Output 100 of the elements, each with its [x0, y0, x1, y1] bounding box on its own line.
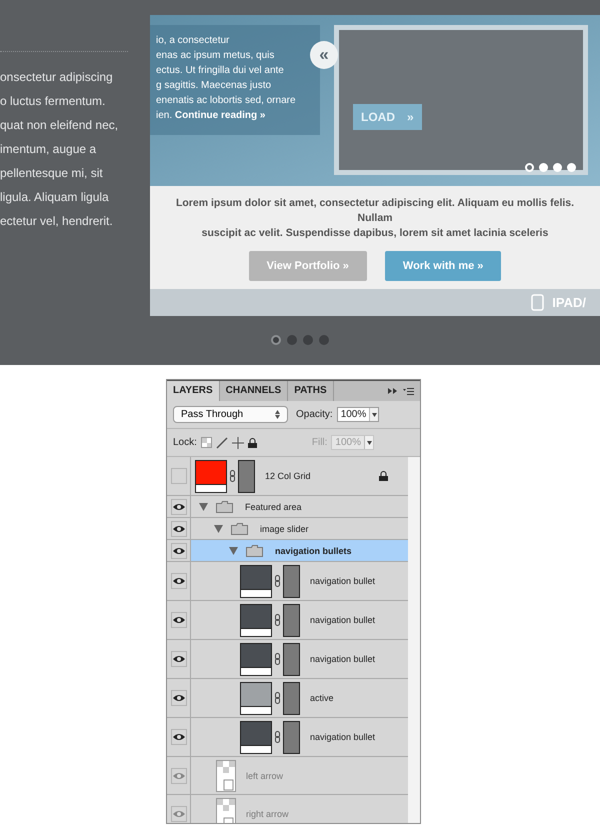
layer-row[interactable]: navigation bullet [167, 601, 408, 640]
eye-icon [172, 524, 184, 532]
panel-tab[interactable]: LAYERS [167, 381, 220, 401]
visibility-toggle[interactable] [170, 806, 186, 822]
link-icon [275, 575, 280, 587]
visibility-toggle[interactable] [170, 520, 186, 536]
layer-name: image slider [260, 524, 309, 534]
stepper-arrows-icon [275, 410, 280, 419]
layer-group-row[interactable]: navigation bullets [167, 540, 408, 562]
layer-mask-thumbnail [283, 642, 300, 676]
visibility-toggle[interactable] [170, 468, 186, 484]
folder-icon [216, 500, 233, 512]
layer-mask-thumbnail [283, 720, 300, 754]
layer-name: Featured area [245, 502, 302, 512]
visibility-toggle[interactable] [170, 498, 186, 514]
layer-row[interactable]: navigation bullet [167, 718, 408, 757]
intro-text-line: o luctus fermentum. [0, 93, 106, 110]
move-icon[interactable] [232, 436, 244, 448]
opacity-label: Opacity: [296, 409, 333, 420]
visibility-toggle[interactable] [170, 651, 186, 667]
blurb-text-line: ien. Continue reading » [156, 109, 266, 123]
blurb-text-line: enenatis ac lobortis sed, ornare [156, 94, 297, 108]
opacity-field[interactable]: 100% [336, 407, 380, 422]
visibility-toggle[interactable] [170, 612, 186, 628]
visibility-toggle[interactable] [170, 729, 186, 745]
menu-icon[interactable] [403, 388, 414, 394]
layer-group-row[interactable]: Featured area [167, 496, 408, 518]
intro-text-line: ectetur vel, hendrerit. [0, 213, 114, 230]
layer-thumbnail [195, 460, 227, 492]
blurb-text-line: ectus. Ut fringilla dui vel ante [156, 64, 285, 78]
layer-thumbnail [240, 564, 272, 598]
intro-text-line: ligula. Aliquam ligula [0, 189, 110, 206]
visibility-toggle[interactable] [170, 542, 186, 558]
eye-icon [172, 546, 184, 554]
layer-mask-thumbnail [283, 564, 300, 598]
link-icon [275, 653, 280, 665]
visibility-toggle[interactable] [170, 690, 186, 706]
disclosure-triangle-icon[interactable] [214, 524, 223, 532]
panel-tab[interactable]: CHANNELS [220, 381, 288, 401]
visibility-toggle[interactable] [170, 768, 186, 784]
layer-thumbnail [240, 642, 272, 676]
layer-thumbnail [240, 720, 272, 754]
eye-icon [172, 772, 184, 780]
panel-tab[interactable]: PATHS [288, 381, 334, 401]
layer-name: navigation bullet [310, 576, 376, 586]
layer-mask-thumbnail [238, 460, 255, 492]
eye-icon [172, 733, 184, 741]
layer-name: navigation bullet [310, 615, 376, 625]
folder-icon [246, 544, 263, 556]
layer-row[interactable]: active [167, 679, 408, 718]
layer-thumbnail [240, 604, 272, 636]
eye-icon [172, 577, 184, 585]
collapse-icon[interactable] [388, 388, 397, 394]
smart-object-thumbnail [216, 760, 236, 792]
slider-dot[interactable] [287, 335, 297, 345]
slider-dot[interactable] [319, 335, 329, 345]
blurb-text-line: io, a consectetur [156, 34, 230, 48]
intro-text-line: pellentesque mi, sit [0, 165, 104, 182]
blurb-text-line: g sagittis. Maecenas justo [156, 79, 272, 93]
slider-dot[interactable] [303, 335, 313, 345]
layer-name: navigation bullet [310, 654, 376, 664]
eye-icon [172, 694, 184, 702]
brush-icon[interactable] [216, 436, 228, 448]
intro-text-line: imentum, augue a [0, 141, 98, 158]
dropdown-arrow-icon[interactable] [372, 412, 377, 416]
lock-label: Lock: [173, 437, 197, 448]
disclosure-triangle-icon[interactable] [199, 502, 208, 510]
layer-row[interactable]: navigation bullet [167, 640, 408, 679]
tagline-text: suscipit ac velit. Suspendisse dapibus, lorem sit amet lacinia sceleris [202, 226, 548, 242]
visibility-toggle[interactable] [170, 573, 186, 589]
layer-name: navigation bullets [275, 546, 352, 556]
layer-name: left arrow [246, 770, 284, 780]
intro-text-line: onsectetur adipiscing [0, 69, 114, 86]
slide-dot[interactable] [525, 163, 534, 172]
layer-name: active [310, 693, 334, 703]
lock-transparency-icon[interactable] [200, 437, 212, 448]
blend-mode-select[interactable]: Pass Through [173, 406, 288, 423]
link-icon [275, 731, 280, 743]
eye-icon [172, 502, 184, 510]
link-icon [275, 614, 280, 626]
link-icon [230, 470, 235, 482]
previous-arrow-button[interactable]: « [310, 41, 338, 69]
layer-row[interactable]: navigation bullet [167, 562, 408, 601]
layer-row[interactable]: 12 Col Grid [167, 457, 408, 496]
folder-icon [231, 522, 248, 534]
layer-name: navigation bullet [310, 732, 376, 742]
layer-thumbnail [240, 682, 272, 714]
lock-icon [379, 471, 388, 481]
intro-text-line: quat non eleifend nec, [0, 117, 120, 134]
eye-icon [172, 616, 184, 624]
slider-dot[interactable] [271, 335, 281, 345]
layer-mask-thumbnail [283, 604, 300, 636]
eye-icon [172, 810, 184, 818]
layer-mask-thumbnail [283, 682, 300, 714]
blurb-text-line: enas ac ipsum metus, quis [156, 49, 276, 63]
link-icon [275, 692, 280, 704]
disclosure-triangle-icon[interactable] [229, 546, 238, 554]
layer-name: right arrow [246, 808, 289, 818]
device-label: IPAD/ [552, 295, 586, 310]
eye-icon [172, 655, 184, 663]
